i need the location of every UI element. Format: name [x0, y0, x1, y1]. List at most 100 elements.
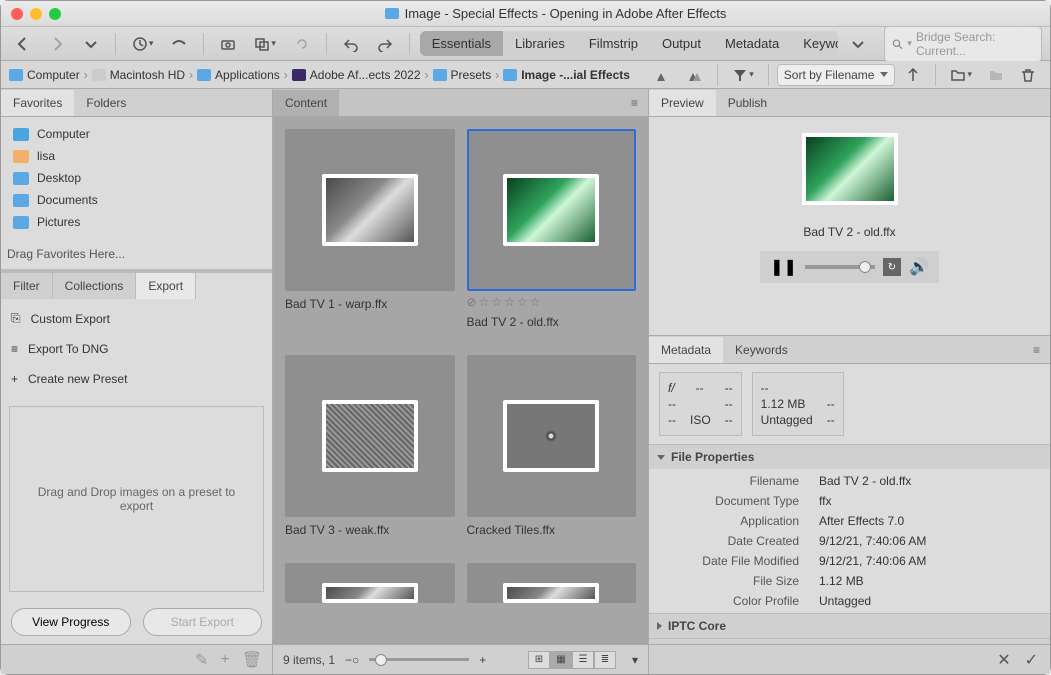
- left-pane: Favorites Folders Computer lisa Desktop …: [1, 89, 273, 674]
- play-slider[interactable]: [805, 265, 875, 269]
- close-window-icon[interactable]: [11, 8, 23, 20]
- plus-icon[interactable]: +: [220, 651, 229, 669]
- export-dropzone[interactable]: Drag and Drop images on a preset to expo…: [9, 406, 264, 592]
- breadcrumb-bar: Computer › Macintosh HD › Applications ›…: [1, 61, 1050, 89]
- fav-pictures[interactable]: Pictures: [5, 211, 268, 233]
- reject-icon[interactable]: ⊘: [467, 295, 477, 309]
- tab-keywords[interactable]: Keywords: [791, 31, 838, 56]
- filter-ratings-button[interactable]: [649, 63, 677, 87]
- metadata-menu-icon[interactable]: ≡: [1023, 343, 1050, 357]
- camera-button[interactable]: [214, 32, 242, 56]
- redo-button[interactable]: [371, 32, 399, 56]
- tab-publish[interactable]: Publish: [716, 90, 779, 116]
- thumb-item-selected[interactable]: ⊘☆☆☆☆☆ Bad TV 2 - old.ffx: [467, 129, 637, 329]
- camera-box-1: f/---- ---- --ISO--: [659, 372, 742, 436]
- apply-icon[interactable]: ✓: [1025, 650, 1038, 670]
- star-icon[interactable]: ☆: [517, 295, 528, 309]
- crumb-ae[interactable]: Adobe Af...ects 2022: [292, 68, 421, 82]
- tab-collections[interactable]: Collections: [53, 273, 137, 299]
- tab-libraries[interactable]: Libraries: [503, 31, 577, 56]
- tab-filter[interactable]: Filter: [1, 273, 53, 299]
- recent-dropdown[interactable]: [77, 32, 105, 56]
- export-custom[interactable]: ⎘Custom Export: [1, 303, 272, 334]
- thumbnail-size-slider[interactable]: [369, 658, 469, 661]
- loop-icon[interactable]: ↻: [883, 258, 901, 276]
- right-pane: Preview Publish Bad TV 2 - old.ffx ❚❚ ↻ …: [648, 89, 1050, 674]
- thumb-label: Cracked Tiles.ffx: [467, 523, 637, 537]
- view-list[interactable]: ≣: [594, 651, 616, 669]
- fav-computer[interactable]: Computer: [5, 123, 268, 145]
- fav-desktop[interactable]: Desktop: [5, 167, 268, 189]
- fav-documents[interactable]: Documents: [5, 189, 268, 211]
- star-icon[interactable]: ☆: [479, 295, 490, 309]
- thumb-item[interactable]: Cracked Tiles.ffx: [467, 355, 637, 537]
- sort-direction-button[interactable]: [899, 63, 927, 87]
- tab-content[interactable]: Content: [273, 90, 339, 116]
- pencil-icon[interactable]: ✎: [195, 650, 208, 670]
- thumb-item[interactable]: [285, 563, 455, 603]
- pause-icon[interactable]: ❚❚: [770, 257, 797, 277]
- tab-favorites[interactable]: Favorites: [1, 90, 74, 116]
- refresh-button[interactable]: [288, 32, 316, 56]
- crumb-applications[interactable]: Applications: [197, 68, 280, 82]
- export-dng[interactable]: ≡Export To DNG: [1, 334, 272, 364]
- tab-export[interactable]: Export: [136, 273, 196, 299]
- thumb-item[interactable]: Bad TV 1 - warp.ffx: [285, 129, 455, 329]
- tab-filmstrip[interactable]: Filmstrip: [577, 31, 650, 56]
- tab-metadata[interactable]: Metadata: [713, 31, 791, 56]
- trash-button[interactable]: [1014, 63, 1042, 87]
- crumb-presets[interactable]: Presets: [433, 68, 492, 82]
- undo-button[interactable]: [337, 32, 365, 56]
- back-button[interactable]: [9, 32, 37, 56]
- minimize-window-icon[interactable]: [30, 8, 42, 20]
- crumb-macintosh-hd[interactable]: Macintosh HD: [92, 68, 185, 82]
- view-grid[interactable]: ▦: [550, 651, 572, 669]
- tab-keywords[interactable]: Keywords: [723, 337, 800, 363]
- zoom-in-icon[interactable]: +: [479, 653, 486, 667]
- home-icon: [13, 150, 29, 163]
- window-controls: [11, 8, 61, 20]
- tab-metadata[interactable]: Metadata: [649, 337, 723, 363]
- history-button[interactable]: ▾: [126, 32, 160, 56]
- open-in-button[interactable]: ▾: [248, 32, 282, 56]
- open-button[interactable]: [982, 63, 1010, 87]
- sort-dropdown[interactable]: Sort by Filename: [777, 64, 896, 86]
- view-grid-lock[interactable]: ⊞: [528, 651, 550, 669]
- forward-button[interactable]: [43, 32, 71, 56]
- funnel-filter-button[interactable]: ▾: [726, 63, 760, 87]
- tab-essentials[interactable]: Essentials: [420, 31, 503, 56]
- view-details[interactable]: ☰: [572, 651, 594, 669]
- view-progress-button[interactable]: View Progress: [11, 608, 131, 636]
- content-menu-icon[interactable]: ≡: [621, 96, 648, 110]
- thumb-item[interactable]: [467, 563, 637, 603]
- crumb-computer[interactable]: Computer: [9, 68, 80, 82]
- volume-icon[interactable]: 🔊: [909, 257, 929, 277]
- tab-preview[interactable]: Preview: [649, 90, 716, 116]
- fav-home[interactable]: lisa: [5, 145, 268, 167]
- main-panes: Favorites Folders Computer lisa Desktop …: [1, 89, 1050, 674]
- rating-row[interactable]: ⊘☆☆☆☆☆: [467, 295, 637, 309]
- star-icon[interactable]: ☆: [491, 295, 502, 309]
- filter-labels-button[interactable]: [681, 63, 709, 87]
- zoom-window-icon[interactable]: [49, 8, 61, 20]
- tab-folders[interactable]: Folders: [74, 90, 138, 116]
- section-header[interactable]: File Properties: [649, 445, 1050, 469]
- thumb-item[interactable]: Bad TV 3 - weak.ffx: [285, 355, 455, 537]
- more-workspaces-button[interactable]: [844, 32, 872, 56]
- chevron-down-icon[interactable]: ▾: [632, 653, 638, 667]
- new-folder-button[interactable]: ▾: [944, 63, 978, 87]
- search-input[interactable]: ▾ Bridge Search: Current...: [884, 26, 1042, 62]
- star-icon[interactable]: ☆: [504, 295, 515, 309]
- favorites-tabs: Favorites Folders: [1, 89, 272, 117]
- cancel-icon[interactable]: ✕: [997, 650, 1010, 670]
- star-icon[interactable]: ☆: [530, 295, 541, 309]
- crumb-current[interactable]: Image -...ial Effects: [503, 68, 630, 82]
- zoom-out-icon[interactable]: −○: [345, 653, 359, 667]
- boomerang-button[interactable]: [165, 32, 193, 56]
- start-export-button[interactable]: Start Export: [143, 608, 263, 636]
- trash-icon[interactable]: 🗑: [242, 650, 262, 670]
- preview-thumbnail: [802, 133, 898, 205]
- section-header[interactable]: IPTC Core: [649, 614, 1050, 638]
- tab-output[interactable]: Output: [650, 31, 713, 56]
- export-new-preset[interactable]: +Create new Preset: [1, 364, 272, 394]
